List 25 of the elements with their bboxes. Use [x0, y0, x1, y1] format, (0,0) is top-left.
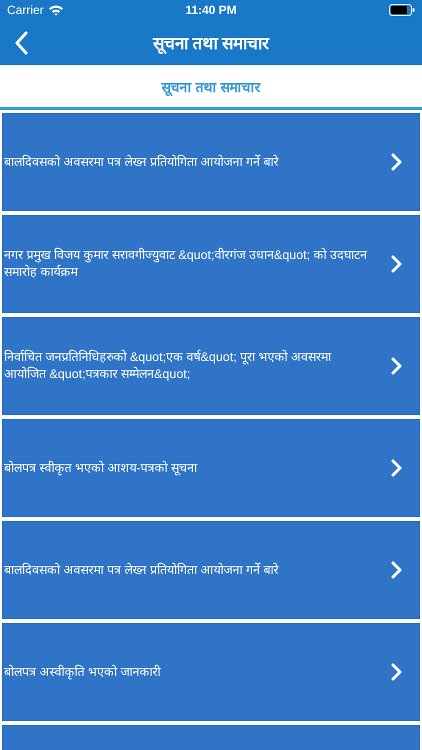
- news-title: बोलपत्र अस्वीकृति भएको जानकारी: [4, 664, 162, 680]
- news-item[interactable]: बालदिवसको अवसरमा पत्र लेख्न प्रतियोगिता आयोजना गर्ने बारे: [2, 113, 420, 211]
- news-title: निर्वाचित जनप्रतिनिधिहरुको &quot;एक वर्ष&quot; पूरा भएको अवसरमा आयोजित &quot;पत्रकार सम्मेलन&quot;: [4, 349, 332, 383]
- time-label: 11:40 PM: [185, 3, 237, 17]
- news-title: बोलपत्र स्वीकृत भएको आशय-पत्रको सूचना: [4, 460, 198, 476]
- chevron-icon: [390, 153, 402, 171]
- news-title: बालदिवसको अवसरमा पत्र लेख्न प्रतियोगिता आयोजना गर्ने बारे: [4, 154, 280, 170]
- news-item[interactable]: बोलपत्र अस्वीकृति भएको जानकारी: [2, 623, 420, 721]
- screen-title: सूचना तथा समाचार: [152, 33, 270, 54]
- chevron-icon: [390, 357, 402, 375]
- chevron-icon: [390, 663, 402, 681]
- wifi-icon: [48, 4, 64, 16]
- carrier-label: Carrier: [7, 3, 44, 17]
- section-title: सूचना तथा समाचार: [162, 78, 260, 96]
- battery-icon: [389, 4, 415, 16]
- news-item[interactable]: बोलपत्र स्वीकृत भएको आशय-पत्रको सूचना: [2, 419, 420, 517]
- news-title: बालदिवसको अवसरमा पत्र लेख्न प्रतियोगिता आयोजना गर्ने बारे: [4, 562, 280, 578]
- chevron-icon: [390, 255, 402, 273]
- news-item[interactable]: निर्वाचित जनप्रतिनिधिहरुको &quot;एक वर्ष&quot; पूरा भएको अवसरमा आयोजित &quot;पत्रकार सम्मेलन&quot;: [2, 317, 420, 415]
- chevron-icon: [390, 561, 402, 579]
- news-item[interactable]: बालदिवसको अवसरमा पत्र लेख्न प्रतियोगिता आयोजना गर्ने बारे: [2, 521, 420, 619]
- news-item[interactable]: नगर प्रमुख विजय कुमार सरावगीज्युवाट &quot;वीरगंज उधान&quot; को उदघाटन समारोह कार्यक्रम: [2, 215, 420, 313]
- back-icon: [14, 30, 28, 54]
- chevron-icon: [390, 459, 402, 477]
- news-title: नगर प्रमुख विजय कुमार सरावगीज्युवाट &quot;वीरगंज उधान&quot; को उदघाटन समारोह कार्यक्रम: [4, 247, 368, 281]
